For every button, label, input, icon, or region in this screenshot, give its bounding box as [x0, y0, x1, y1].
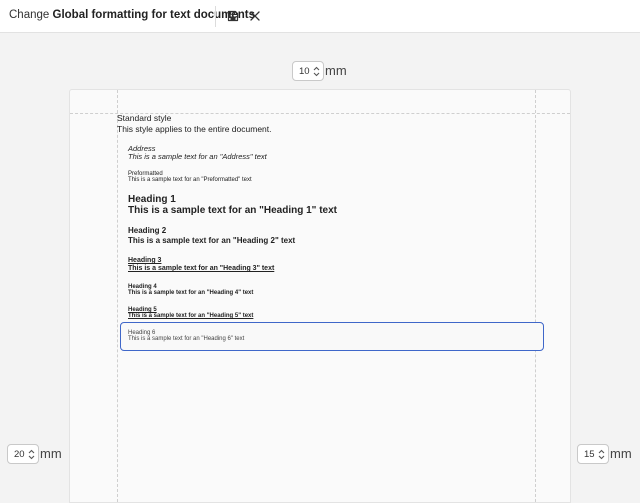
standard-style-label[interactable]: Standard style [117, 113, 171, 123]
right-margin-stepper[interactable]: 15 [577, 444, 609, 464]
save-icon [227, 10, 239, 22]
heading3-style-sample[interactable]: This is a sample text for an "Heading 3"… [128, 265, 274, 272]
heading2-style-sample[interactable]: This is a sample text for an "Heading 2"… [128, 236, 295, 245]
up-down-arrows-icon[interactable] [313, 66, 320, 77]
close-button[interactable] [247, 8, 263, 24]
top-margin-stepper[interactable]: 10 [292, 61, 324, 81]
heading4-style-sample[interactable]: This is a sample text for an "Heading 4"… [128, 290, 253, 296]
heading3-style-name[interactable]: Heading 3 [128, 257, 161, 264]
left-margin-guide[interactable] [117, 90, 118, 502]
header-divider [215, 6, 216, 27]
right-margin-guide[interactable] [535, 90, 536, 502]
right-margin-value: 15 [584, 448, 595, 460]
up-down-arrows-icon[interactable] [28, 449, 35, 460]
right-margin-unit: mm [610, 446, 632, 461]
top-margin-unit: mm [325, 63, 347, 78]
up-down-arrows-icon[interactable] [598, 449, 605, 460]
save-button[interactable] [225, 8, 241, 24]
heading5-style-sample[interactable]: This is a sample text for an "Heading 5"… [128, 313, 253, 319]
preformatted-style-sample[interactable]: This is a sample text for an "Preformatt… [128, 177, 252, 183]
heading1-style-sample[interactable]: This is a sample text for an "Heading 1"… [128, 205, 337, 216]
left-margin-unit: mm [40, 446, 62, 461]
left-margin-value: 20 [14, 448, 25, 460]
left-margin-stepper[interactable]: 20 [7, 444, 39, 464]
standard-style-description[interactable]: This style applies to the entire documen… [117, 124, 272, 134]
address-style-sample[interactable]: This is a sample text for an "Address" t… [128, 152, 267, 161]
dialog-title: Change Global formatting for text docume… [9, 9, 255, 21]
heading6-style-sample[interactable]: This is a sample text for an "Heading 6"… [128, 336, 244, 342]
title-prefix: Change [9, 9, 50, 21]
top-margin-value: 10 [299, 65, 310, 77]
heading1-style-name[interactable]: Heading 1 [128, 194, 176, 205]
close-icon [250, 11, 260, 21]
heading2-style-name[interactable]: Heading 2 [128, 226, 166, 235]
dialog-header: Change Global formatting for text docume… [0, 0, 640, 33]
